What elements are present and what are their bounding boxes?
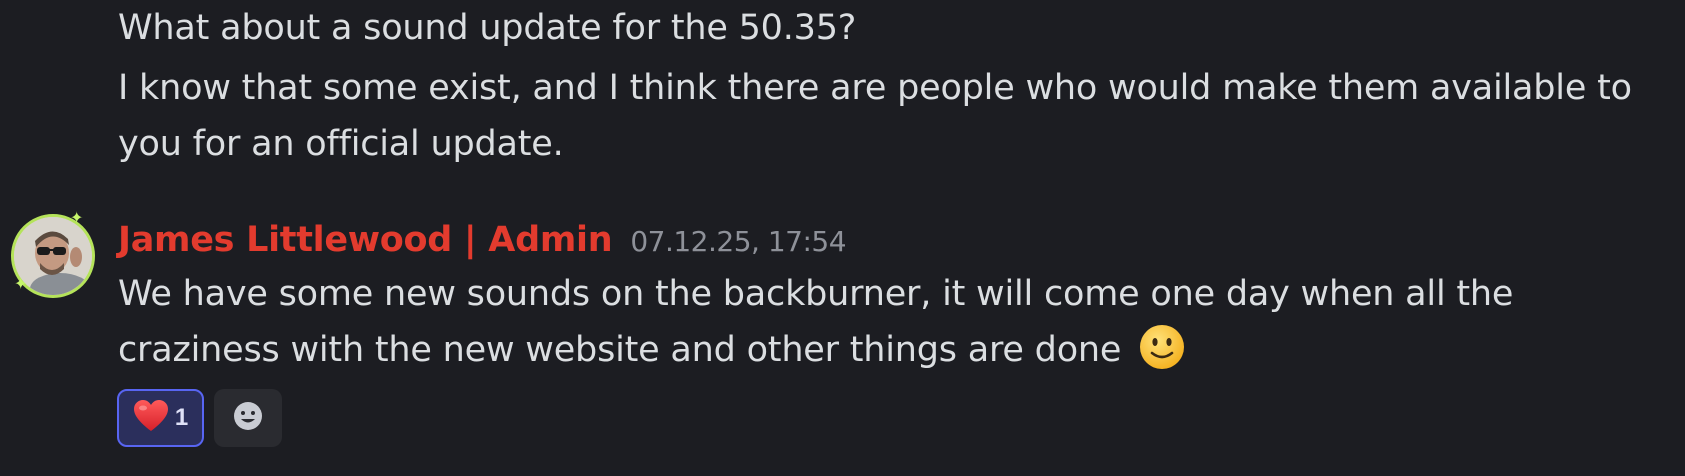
message-timestamp[interactable]: 07.12.25, 17:54: [630, 214, 846, 270]
message-text-line: I know that some exist, and I think ther…: [118, 68, 1632, 108]
message-text: craziness with the new website and other…: [118, 330, 1122, 370]
sparkle-icon: ✦: [14, 274, 28, 293]
message-text-line: We have some new sounds on the backburne…: [118, 274, 1514, 314]
add-reaction-button[interactable]: [214, 389, 282, 447]
reaction-heart-button[interactable]: 1: [117, 389, 204, 447]
sparkle-icon: ✦: [70, 208, 84, 227]
reaction-count: 1: [174, 404, 189, 431]
message-header: James Littlewood | Admin 07.12.25, 17:54: [118, 212, 847, 270]
message-text-line: What about a sound update for the 50.35?: [118, 8, 857, 48]
red-heart-icon: [133, 399, 169, 437]
message-text-line: craziness with the new website and other…: [118, 322, 1186, 388]
slightly-smiling-face-icon: [1138, 323, 1186, 388]
reaction-bar: 1: [117, 389, 282, 447]
author-name[interactable]: James Littlewood | Admin: [118, 212, 613, 268]
message-text-line: you for an official update.: [118, 124, 564, 164]
smiley-add-icon: [232, 400, 264, 436]
